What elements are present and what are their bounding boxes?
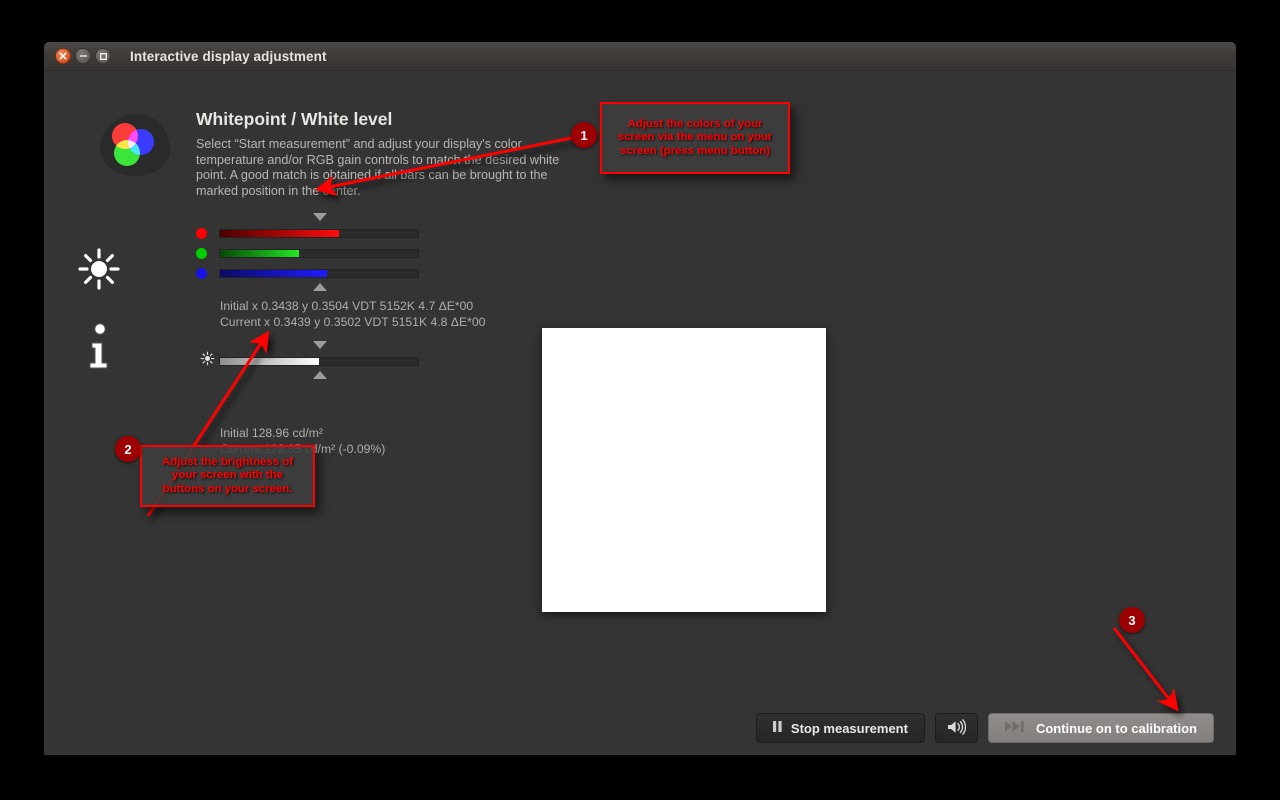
triangle-down-icon <box>313 213 327 221</box>
green-level-slider[interactable] <box>196 243 436 263</box>
stop-measurement-button[interactable]: Stop measurement <box>755 713 925 743</box>
rgb-slider-group <box>196 213 436 293</box>
brightness-sun-icon[interactable] <box>44 246 154 297</box>
brightness-slider[interactable] <box>196 351 436 371</box>
rgb-readout-current: Current x 0.3439 y 0.3502 VDT 5151K 4.8 … <box>220 314 486 329</box>
app-window: Interactive display adjustment Whitepoin… <box>44 42 1236 755</box>
title-bar: Interactive display adjustment <box>44 42 1236 71</box>
brightness-target-marker-top <box>196 341 436 351</box>
icon-rail <box>44 71 170 755</box>
green-dot-icon <box>196 247 207 259</box>
rgb-readout-initial: Initial x 0.3438 y 0.3504 VDT 5152K 4.7 … <box>220 299 474 313</box>
red-fill <box>220 229 339 237</box>
stop-measurement-label: Stop measurement <box>790 720 908 736</box>
red-dot-icon <box>196 227 207 239</box>
rgb-target-marker-bottom <box>196 283 436 293</box>
rgb-logo-icon <box>100 114 170 176</box>
continue-to-calibration-button[interactable]: Continue on to calibration <box>987 713 1214 743</box>
green-fill <box>220 249 300 257</box>
info-icon[interactable] <box>44 321 154 380</box>
window-title: Interactive display adjustment <box>130 48 327 64</box>
minimize-icon[interactable] <box>75 48 91 64</box>
blue-fill <box>220 269 327 277</box>
red-level-slider[interactable] <box>196 223 436 243</box>
rgb-target-marker-top <box>196 213 436 223</box>
footer-buttons: Stop measurement Continue on to calibrat… <box>755 713 1214 743</box>
triangle-up-icon <box>313 283 327 291</box>
window-controls <box>55 48 111 64</box>
brightness-track[interactable] <box>219 356 419 366</box>
pause-icon <box>772 721 782 735</box>
rgb-readout: Initial x 0.3438 y 0.3504 VDT 5152K 4.7 … <box>220 299 485 330</box>
blue-track[interactable] <box>219 268 419 278</box>
page-description: Select “Start measurement” and adjust yo… <box>196 137 560 198</box>
page-title: Whitepoint / White level <box>196 109 393 129</box>
window-body: Whitepoint / White level Select “Start m… <box>44 71 1236 755</box>
luminance-readout-current: Current 128.85 cd/m² (-0.09%) <box>220 441 386 456</box>
continue-to-calibration-label: Continue on to calibration <box>1035 720 1197 736</box>
fast-forward-icon <box>1004 721 1027 735</box>
sound-button[interactable] <box>934 713 978 743</box>
luminance-readout-initial: Initial 128.96 cd/m² <box>220 426 323 440</box>
brightness-target-marker-bottom <box>196 371 436 381</box>
triangle-up-icon <box>313 371 327 379</box>
close-icon[interactable] <box>55 48 71 64</box>
blue-dot-icon <box>196 267 207 279</box>
blue-level-slider[interactable] <box>196 263 436 283</box>
triangle-down-icon <box>313 341 327 349</box>
luminance-readout: Initial 128.96 cd/m² Current 128.85 cd/m²… <box>220 426 385 457</box>
screen: Interactive display adjustment Whitepoin… <box>0 0 1280 800</box>
green-track[interactable] <box>219 248 419 258</box>
brightness-slider-group <box>196 341 436 381</box>
red-track[interactable] <box>219 228 419 238</box>
speaker-icon <box>947 718 967 738</box>
measurement-patch <box>542 328 826 612</box>
small-sun-icon <box>196 351 219 371</box>
maximize-icon[interactable] <box>95 48 111 64</box>
brightness-fill <box>220 357 319 365</box>
